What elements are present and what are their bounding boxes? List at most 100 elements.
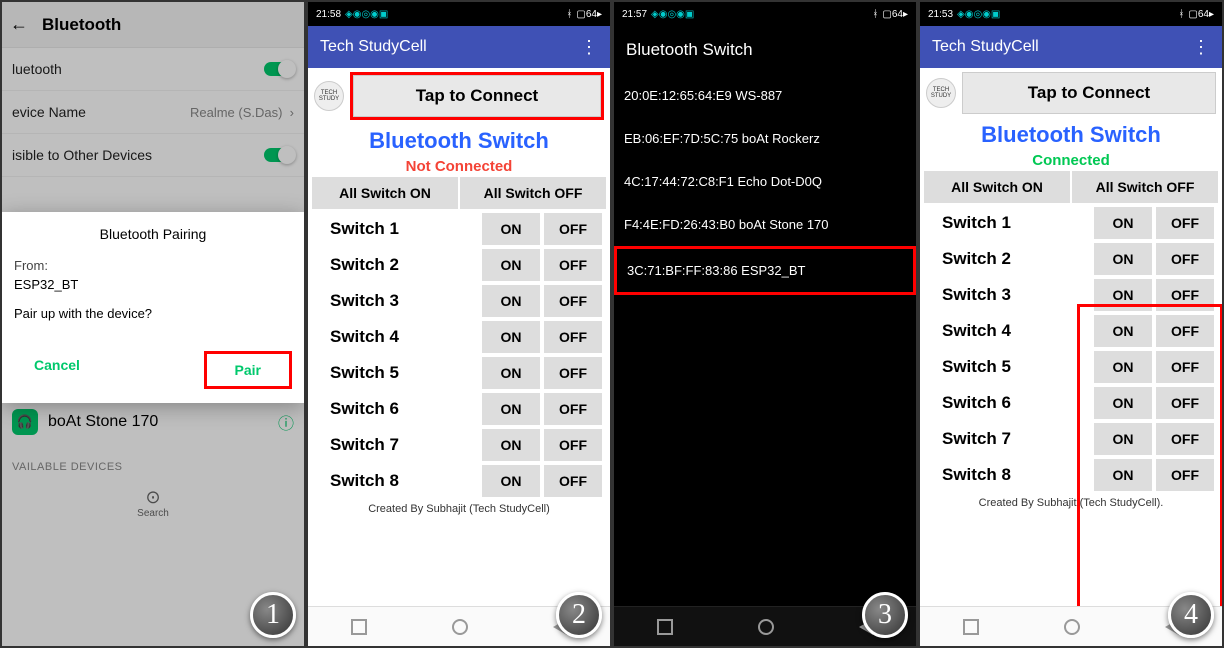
bt-device-item[interactable]: 3C:71:BF:FF:83:86 ESP32_BT [614,246,916,295]
switch-on-button[interactable]: ON [482,285,540,317]
switch-row: Switch 8ONOFF [920,457,1222,493]
bt-device-item[interactable]: 4C:17:44:72:C8:F1 Echo Dot-D0Q [614,160,916,203]
switch-label: Switch 3 [316,291,478,311]
all-off-button[interactable]: All Switch OFF [1072,171,1218,203]
app-header: Tech StudyCell ⋮ [308,26,610,68]
switch-row: Switch 5ONOFF [920,349,1222,385]
switch-off-button[interactable]: OFF [1156,351,1214,383]
menu-icon[interactable]: ⋮ [1192,37,1210,58]
switch-on-button[interactable]: ON [482,393,540,425]
dialog-title: Bluetooth Pairing [14,226,292,258]
bt-device-item[interactable]: F4:4E:FD:26:43:B0 boAt Stone 170 [614,203,916,246]
bt-device-item[interactable]: EB:06:EF:7D:5C:75 boAt Rockerz [614,117,916,160]
battery-icon: ▢64▸ [882,9,908,20]
notif-icons: ◈◉◎◉▣ [345,9,388,20]
switch-row: Switch 4ONOFF [920,313,1222,349]
status-bar: 21:57 ◈◉◎◉▣ ᚼ▢64▸ [614,2,916,26]
switch-row: Switch 1ONOFF [920,205,1222,241]
footer-text: Created By Subhajit (Tech StudyCell) [308,499,610,519]
switch-label: Switch 5 [928,357,1090,377]
all-off-button[interactable]: All Switch OFF [460,177,606,209]
switch-off-button[interactable]: OFF [544,465,602,497]
switch-label: Switch 7 [316,435,478,455]
switch-off-button[interactable]: OFF [1156,243,1214,275]
cancel-button[interactable]: Cancel [14,351,100,389]
switch-label: Switch 8 [928,465,1090,485]
switch-off-button[interactable]: OFF [544,393,602,425]
switch-off-button[interactable]: OFF [544,429,602,461]
app-title: Bluetooth Switch [308,124,610,158]
switch-off-button[interactable]: OFF [544,357,602,389]
switch-label: Switch 1 [928,213,1090,233]
bt-list-header: Bluetooth Switch [614,26,916,74]
switch-row: Switch 2ONOFF [920,241,1222,277]
switch-off-button[interactable]: OFF [544,213,602,245]
tap-to-connect-button[interactable]: Tap to Connect [962,72,1216,114]
nav-home-icon[interactable] [1064,619,1080,635]
switch-label: Switch 2 [928,249,1090,269]
switch-on-button[interactable]: ON [482,213,540,245]
switch-row: Switch 7ONOFF [308,427,610,463]
switch-label: Switch 6 [316,399,478,419]
bt-device-item[interactable]: 20:0E:12:65:64:E9 WS-887 [614,74,916,117]
step-badge: 4 [1168,592,1214,638]
switch-on-button[interactable]: ON [1094,459,1152,491]
nav-home-icon[interactable] [452,619,468,635]
nav-recent-icon[interactable] [657,619,673,635]
switch-label: Switch 2 [316,255,478,275]
battery-icon: ▢64▸ [576,9,602,20]
switch-on-button[interactable]: ON [482,249,540,281]
switch-on-button[interactable]: ON [1094,423,1152,455]
nav-recent-icon[interactable] [351,619,367,635]
app-logo-icon: TECHSTUDY [926,78,956,108]
switch-on-button[interactable]: ON [482,429,540,461]
switch-row: Switch 3ONOFF [920,277,1222,313]
switch-label: Switch 5 [316,363,478,383]
switch-on-button[interactable]: ON [1094,279,1152,311]
nav-home-icon[interactable] [758,619,774,635]
switch-off-button[interactable]: OFF [1156,315,1214,347]
switch-on-button[interactable]: ON [1094,387,1152,419]
switch-row: Switch 2ONOFF [308,247,610,283]
switch-off-button[interactable]: OFF [1156,207,1214,239]
bluetooth-icon: ᚼ [872,9,878,20]
screen-2: 21:58 ◈◉◎◉▣ ᚼ▢64▸ Tech StudyCell ⋮ TECHS… [306,0,612,648]
switch-row: Switch 4ONOFF [308,319,610,355]
switch-off-button[interactable]: OFF [1156,459,1214,491]
all-on-button[interactable]: All Switch ON [924,171,1070,203]
footer-text: Created By Subhajit (Tech StudyCell). [920,493,1222,513]
switch-on-button[interactable]: ON [1094,243,1152,275]
switch-off-button[interactable]: OFF [1156,387,1214,419]
switch-on-button[interactable]: ON [1094,315,1152,347]
switch-on-button[interactable]: ON [482,321,540,353]
pair-button[interactable]: Pair [204,351,292,389]
switch-off-button[interactable]: OFF [1156,423,1214,455]
switch-row: Switch 5ONOFF [308,355,610,391]
switch-on-button[interactable]: ON [1094,207,1152,239]
all-on-button[interactable]: All Switch ON [312,177,458,209]
screen-4: 21:53 ◈◉◎◉▣ ᚼ▢64▸ Tech StudyCell ⋮ TECHS… [918,0,1224,648]
app-title: Bluetooth Switch [920,118,1222,152]
switch-row: Switch 1ONOFF [308,211,610,247]
switch-on-button[interactable]: ON [1094,351,1152,383]
switch-off-button[interactable]: OFF [544,321,602,353]
switch-off-button[interactable]: OFF [544,249,602,281]
notif-icons: ◈◉◎◉▣ [957,9,1000,20]
menu-icon[interactable]: ⋮ [580,37,598,58]
battery-icon: ▢64▸ [1188,9,1214,20]
switch-on-button[interactable]: ON [482,357,540,389]
switch-on-button[interactable]: ON [482,465,540,497]
screen-3: 21:57 ◈◉◎◉▣ ᚼ▢64▸ Bluetooth Switch 20:0E… [612,0,918,648]
switch-label: Switch 3 [928,285,1090,305]
switch-off-button[interactable]: OFF [1156,279,1214,311]
switch-off-button[interactable]: OFF [544,285,602,317]
screen-1: ← Bluetooth luetooth evice Name Realme (… [0,0,306,648]
tap-to-connect-button[interactable]: Tap to Connect [353,75,601,117]
switch-row: Switch 6ONOFF [920,385,1222,421]
nav-recent-icon[interactable] [963,619,979,635]
step-badge: 2 [556,592,602,638]
app-logo-icon: TECHSTUDY [314,81,344,111]
bluetooth-icon: ᚼ [566,9,572,20]
switch-label: Switch 6 [928,393,1090,413]
switch-label: Switch 7 [928,429,1090,449]
